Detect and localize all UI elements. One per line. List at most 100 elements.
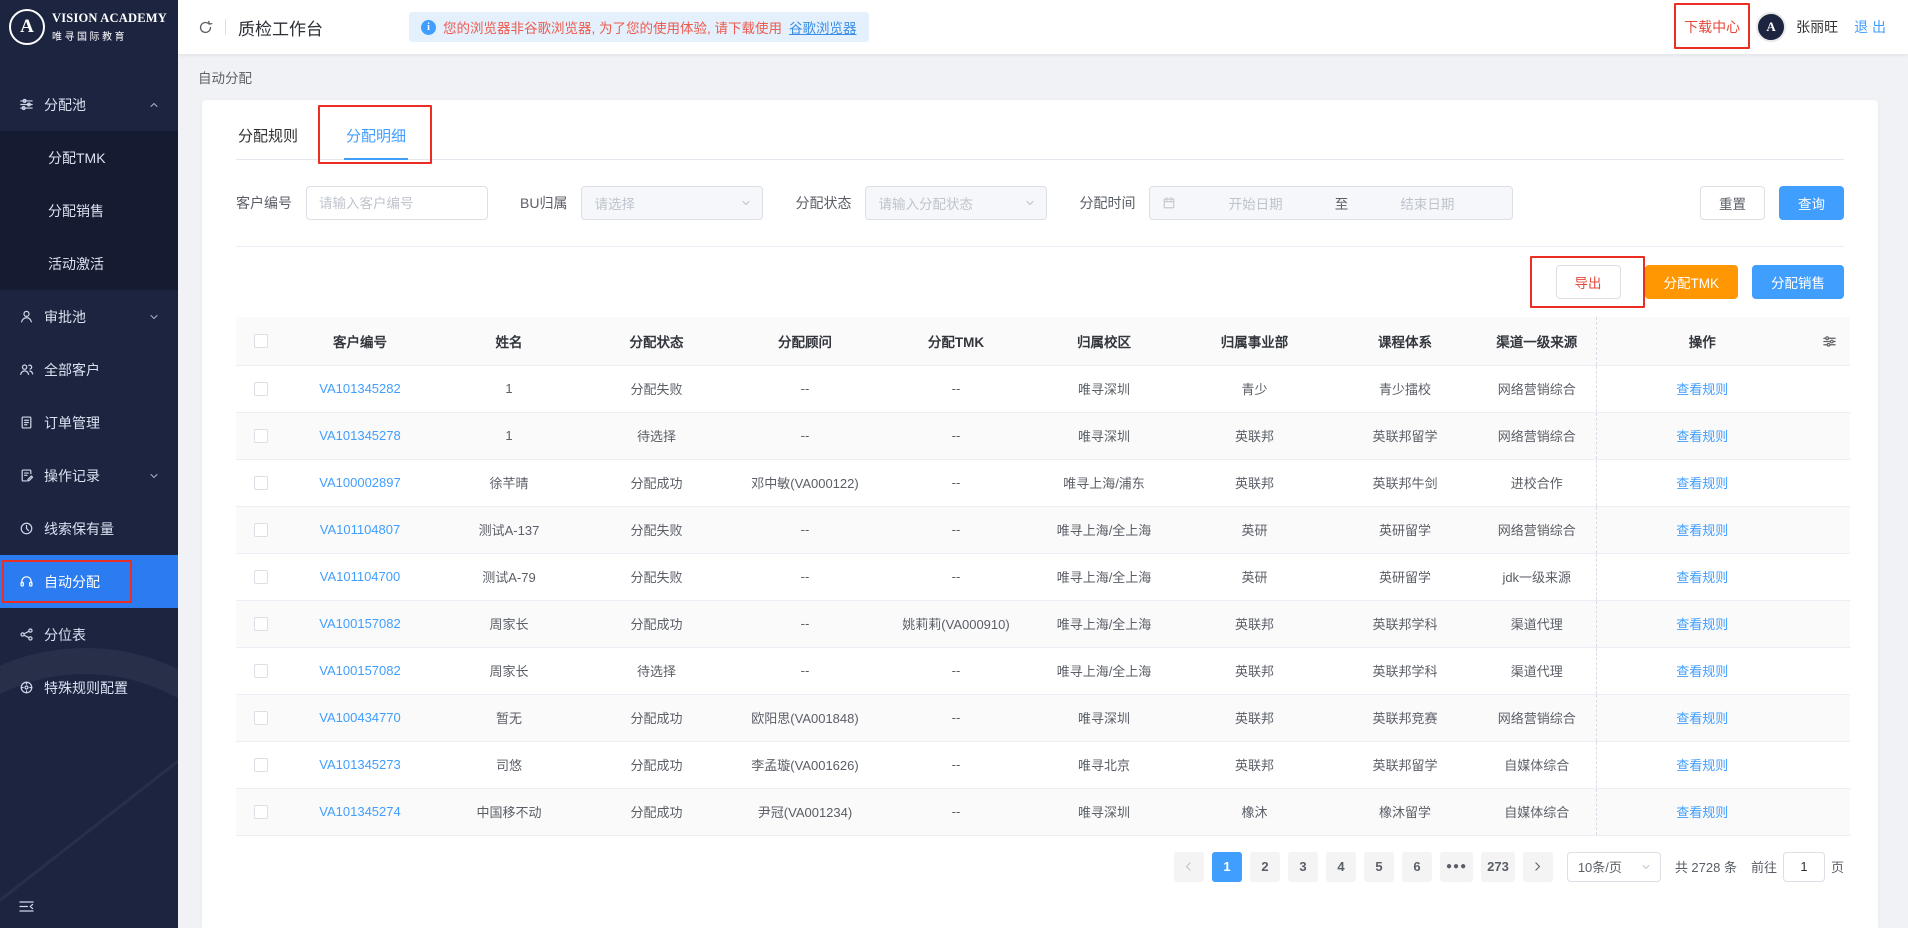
sidebar-item-assign-sales[interactable]: 分配销售 [0,184,178,237]
view-rule-link[interactable]: 查看规则 [1676,617,1728,632]
prev-page-button[interactable] [1174,852,1204,882]
logout-link[interactable]: 退 出 [1854,17,1886,37]
customer-id-link[interactable]: VA101104807 [320,522,400,537]
column-settings-icon[interactable] [1822,334,1837,349]
sidebar-item-assign-tmk[interactable]: 分配TMK [0,131,178,184]
customer-id-link[interactable]: VA101345273 [319,757,400,772]
table-row: VA100157082周家长分配成功--姚莉莉(VA000910)唯寻上海/全上… [236,600,1850,647]
cell-division: 橡沐 [1177,788,1332,835]
cell-campus: 唯寻深圳 [1031,788,1177,835]
assign-sales-button[interactable]: 分配销售 [1752,265,1844,299]
page-button-6[interactable]: 6 [1402,852,1432,882]
cell-action: 查看规则 [1596,365,1808,412]
customer-id-link[interactable]: VA101345274 [319,804,400,819]
sidebar-item-percentile-table[interactable]: 分位表 [0,608,178,661]
cell-campus: 唯寻上海/全上海 [1031,553,1177,600]
user-avatar[interactable]: A [1756,12,1786,42]
collapse-sidebar-icon[interactable] [18,899,35,914]
view-rule-link[interactable]: 查看规则 [1676,429,1728,444]
view-rule-link[interactable]: 查看规则 [1676,664,1728,679]
chrome-download-link[interactable]: 谷歌浏览器 [789,17,857,37]
download-center-link[interactable]: 下载中心 [1684,19,1740,35]
row-checkbox-cell [236,788,286,835]
reset-button[interactable]: 重置 [1700,186,1765,220]
row-checkbox[interactable] [254,429,268,443]
row-checkbox[interactable] [254,758,268,772]
topbar: 质检工作台 i 您的浏览器非谷歌浏览器, 为了您的使用体验, 请下载使用 谷歌浏… [178,0,1908,54]
cell-campus: 唯寻上海/浦东 [1031,459,1177,506]
bu-select[interactable]: 请选择 [581,186,763,220]
row-checkbox[interactable] [254,523,268,537]
select-all-checkbox[interactable] [254,334,268,348]
sidebar-item-activity-activation[interactable]: 活动激活 [0,237,178,290]
view-rule-link[interactable]: 查看规则 [1676,570,1728,585]
sidebar-item-assign-pool[interactable]: 分配池 [0,78,178,131]
cell-course: 英联邦留学 [1332,412,1478,459]
sidebar-item-all-customers[interactable]: 全部客户 [0,343,178,396]
view-rule-link[interactable]: 查看规则 [1676,711,1728,726]
customer-id-link[interactable]: VA101345278 [319,428,400,443]
chevron-down-icon [148,311,160,323]
refresh-icon[interactable] [198,20,213,35]
row-checkbox[interactable] [254,711,268,725]
row-checkbox[interactable] [254,382,268,396]
pagination-ellipsis[interactable]: ●●● [1440,852,1473,882]
cell-advisor: -- [729,600,881,647]
customer-id-link[interactable]: VA100434770 [319,710,400,725]
customer-id-link[interactable]: VA100157082 [319,663,400,678]
app-root: A VISION ACADEMY 唯寻国际教育 分配池分配TMK分配销售活动激活… [0,0,1908,928]
cell-status: 分配成功 [584,694,729,741]
row-checkbox[interactable] [254,805,268,819]
search-button[interactable]: 查询 [1779,186,1844,220]
customer-id-link[interactable]: VA101345282 [319,381,400,396]
table-row: VA1013452821分配失败----唯寻深圳青少青少擂校网络营销综合查看规则 [236,365,1850,412]
logo: A VISION ACADEMY 唯寻国际教育 [0,0,178,54]
page-button-1[interactable]: 1 [1212,852,1242,882]
sidebar-item-auto-assign[interactable]: 自动分配 [0,555,178,608]
tab-assign-rules[interactable]: 分配规则 [236,112,300,159]
customer-id-input[interactable] [306,186,488,220]
filter-label-status: 分配状态 [795,193,851,213]
page-size-select[interactable]: 10条/页 [1567,852,1661,882]
export-button[interactable]: 导出 [1556,265,1621,299]
sidebar-item-lead-retention[interactable]: 线索保有量 [0,502,178,555]
view-rule-link[interactable]: 查看规则 [1676,523,1728,538]
customer-id-link[interactable]: VA100002897 [319,475,400,490]
cell-advisor: -- [729,553,881,600]
page-button-4[interactable]: 4 [1326,852,1356,882]
logo-text: VISION ACADEMY 唯寻国际教育 [52,11,167,43]
action-bar: 导出 分配TMK 分配销售 [236,265,1844,299]
sidebar-item-label: 分配池 [44,95,86,115]
customer-id-link[interactable]: VA101104700 [320,569,400,584]
sidebar-item-special-rules[interactable]: 特殊规则配置 [0,661,178,714]
row-checkbox[interactable] [254,476,268,490]
view-rule-link[interactable]: 查看规则 [1676,758,1728,773]
sidebar-item-order-management[interactable]: 订单管理 [0,396,178,449]
view-rule-link[interactable]: 查看规则 [1676,805,1728,820]
status-select[interactable]: 请输入分配状态 [865,186,1047,220]
assign-tmk-button[interactable]: 分配TMK [1645,265,1739,299]
page-button-2[interactable]: 2 [1250,852,1280,882]
cell-action: 查看规则 [1596,412,1808,459]
cell-settings-spacer [1808,412,1850,459]
column-header-status: 分配状态 [584,317,729,365]
cell-settings-spacer [1808,788,1850,835]
page-button-5[interactable]: 5 [1364,852,1394,882]
tab-assign-details[interactable]: 分配明细 [344,112,408,159]
next-page-button[interactable] [1523,852,1553,882]
row-checkbox[interactable] [254,664,268,678]
goto-page-input[interactable] [1783,852,1825,882]
breadcrumb: 自动分配 [178,54,1908,100]
customer-id-link[interactable]: VA100157082 [319,616,400,631]
row-checkbox[interactable] [254,570,268,584]
cell-tmk: -- [881,365,1031,412]
cell-advisor: 李孟璇(VA001626) [729,741,881,788]
page-button-273[interactable]: 273 [1481,852,1515,882]
view-rule-link[interactable]: 查看规则 [1676,382,1728,397]
sidebar-item-operation-records[interactable]: 操作记录 [0,449,178,502]
page-button-3[interactable]: 3 [1288,852,1318,882]
row-checkbox[interactable] [254,617,268,631]
view-rule-link[interactable]: 查看规则 [1676,476,1728,491]
date-range-picker[interactable]: 开始日期 至 结束日期 [1149,186,1513,220]
sidebar-item-approval-pool[interactable]: 审批池 [0,290,178,343]
